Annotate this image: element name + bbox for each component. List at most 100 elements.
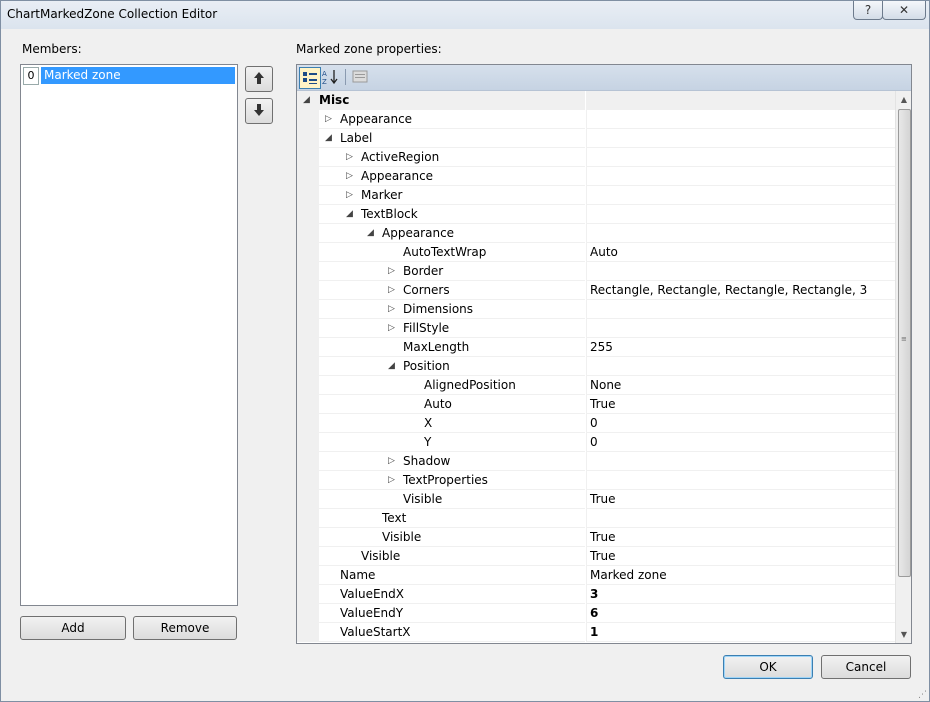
property-name-cell[interactable]: MaxLength [319, 338, 585, 357]
expand-triangle-icon[interactable]: ▷ [388, 452, 400, 470]
property-value-cell[interactable]: 255 [586, 338, 895, 357]
expand-triangle-icon[interactable]: ▷ [346, 148, 358, 166]
property-name-cell[interactable]: ◢ TextBlock [319, 205, 585, 224]
property-name-cell[interactable]: Visible [319, 547, 585, 566]
property-name-cell[interactable]: Visible [319, 528, 585, 547]
property-name-cell[interactable]: Misc [319, 91, 585, 110]
property-name-cell[interactable]: ▷ Corners [319, 281, 585, 300]
property-value-cell[interactable] [586, 452, 895, 471]
property-row[interactable]: ▷ FillStyle [297, 319, 895, 338]
property-row[interactable]: ▷ Shadow [297, 452, 895, 471]
property-value-cell[interactable]: True [586, 490, 895, 509]
collapse-triangle-icon[interactable]: ◢ [367, 224, 379, 242]
property-row[interactable]: ValueEndX 3 [297, 585, 895, 604]
collapse-triangle-icon[interactable]: ◢ [325, 129, 337, 147]
collapse-triangle-icon[interactable]: ◢ [388, 357, 400, 375]
property-row[interactable]: Y0 [297, 433, 895, 452]
property-value-cell[interactable] [586, 110, 895, 129]
property-name-cell[interactable]: X [319, 414, 585, 433]
property-value-cell[interactable]: Auto [586, 243, 895, 262]
property-row[interactable]: Visible True [297, 528, 895, 547]
property-value-cell[interactable] [586, 148, 895, 167]
property-value-cell[interactable] [586, 262, 895, 281]
property-name-cell[interactable]: AlignedPosition [319, 376, 585, 395]
cancel-button[interactable]: Cancel [821, 655, 911, 679]
property-name-cell[interactable]: ◢ Label [319, 129, 585, 148]
property-row[interactable]: ▷ Corners Rectangle, Rectangle, Rectangle,… [297, 281, 895, 300]
ok-button[interactable]: OK [723, 655, 813, 679]
scroll-up-icon[interactable]: ▲ [896, 91, 911, 108]
expand-triangle-icon[interactable]: ▷ [346, 167, 358, 185]
property-value-cell[interactable] [586, 319, 895, 338]
property-row[interactable]: Auto True [297, 395, 895, 414]
member-name[interactable]: Marked zone [41, 67, 235, 84]
property-value-cell[interactable] [586, 129, 895, 148]
property-row[interactable]: ◢ Misc [297, 91, 895, 110]
move-up-button[interactable] [245, 66, 273, 92]
property-value-cell[interactable]: 0 [586, 433, 895, 452]
scroll-thumb[interactable]: ≡ [898, 109, 911, 577]
property-value-cell[interactable] [586, 471, 895, 490]
property-row[interactable]: Text [297, 509, 895, 528]
property-value-cell[interactable]: 6 [586, 604, 895, 623]
categorized-button[interactable] [299, 67, 321, 89]
remove-button[interactable]: Remove [133, 616, 237, 640]
collapse-triangle-icon[interactable]: ◢ [303, 91, 315, 109]
property-value-cell[interactable]: True [586, 528, 895, 547]
expand-triangle-icon[interactable]: ▷ [346, 186, 358, 204]
property-row[interactable]: Visible True [297, 547, 895, 566]
property-name-cell[interactable]: ValueEndX [319, 585, 585, 604]
property-scrollbar[interactable]: ▲ ≡ ▼ [895, 91, 911, 643]
property-value-cell[interactable] [586, 205, 895, 224]
property-value-cell[interactable]: Marked zone [586, 566, 895, 585]
property-value-cell[interactable] [586, 91, 895, 110]
expand-triangle-icon[interactable]: ▷ [388, 319, 400, 337]
property-value-cell[interactable] [586, 167, 895, 186]
resize-grip-icon[interactable]: ⋰ [918, 690, 928, 700]
expand-triangle-icon[interactable]: ▷ [388, 300, 400, 318]
property-name-cell[interactable]: ▷ Shadow [319, 452, 585, 471]
property-value-cell[interactable]: None [586, 376, 895, 395]
property-row[interactable]: Name Marked zone [297, 566, 895, 585]
property-name-cell[interactable]: ValueEndY [319, 604, 585, 623]
list-item[interactable]: 0 Marked zone [23, 67, 235, 85]
property-row[interactable]: ◢ Position [297, 357, 895, 376]
expand-triangle-icon[interactable]: ▷ [388, 262, 400, 280]
property-value-cell[interactable]: True [586, 395, 895, 414]
property-name-cell[interactable]: AutoTextWrap [319, 243, 585, 262]
close-button[interactable]: ✕ [882, 1, 926, 20]
property-name-cell[interactable]: Text [319, 509, 585, 528]
property-value-cell[interactable] [586, 186, 895, 205]
property-row[interactable]: ◢ Appearance [297, 224, 895, 243]
property-value-cell[interactable]: Rectangle, Rectangle, Rectangle, Rectang… [586, 281, 895, 300]
property-grid[interactable]: AZ ◢ Misc ▷ Appearance ◢ Label ▷ ActiveRegion ▷ A… [296, 64, 912, 644]
property-value-cell[interactable]: 1 [586, 623, 895, 642]
property-value-cell[interactable]: 3 [586, 585, 895, 604]
property-name-cell[interactable]: Auto [319, 395, 585, 414]
property-row[interactable]: ▷ TextProperties [297, 471, 895, 490]
property-row[interactable]: ◢ Label [297, 129, 895, 148]
help-button[interactable]: ? [853, 1, 883, 20]
property-row[interactable]: X0 [297, 414, 895, 433]
property-row[interactable]: AutoTextWrap Auto [297, 243, 895, 262]
expand-triangle-icon[interactable]: ▷ [388, 281, 400, 299]
property-name-cell[interactable]: ▷ ActiveRegion [319, 148, 585, 167]
property-name-cell[interactable]: ▷ Marker [319, 186, 585, 205]
property-name-cell[interactable]: ▷ TextProperties [319, 471, 585, 490]
collapse-triangle-icon[interactable]: ◢ [346, 205, 358, 223]
property-name-cell[interactable]: Y [319, 433, 585, 452]
property-row[interactable]: ▷ Dimensions [297, 300, 895, 319]
property-row[interactable]: ▷ ActiveRegion [297, 148, 895, 167]
property-name-cell[interactable]: Visible [319, 490, 585, 509]
property-value-cell[interactable] [586, 357, 895, 376]
property-value-cell[interactable]: True [586, 547, 895, 566]
members-list[interactable]: 0 Marked zone [20, 64, 238, 606]
property-pages-button[interactable] [350, 67, 370, 87]
property-value-cell[interactable] [586, 509, 895, 528]
property-value-cell[interactable]: 0 [586, 414, 895, 433]
property-row[interactable]: ▷ Border [297, 262, 895, 281]
property-name-cell[interactable]: ValueStartX [319, 623, 585, 642]
property-name-cell[interactable]: ▷ Dimensions [319, 300, 585, 319]
property-name-cell[interactable]: ◢ Appearance [319, 224, 585, 243]
property-row[interactable]: ValueEndY 6 [297, 604, 895, 623]
